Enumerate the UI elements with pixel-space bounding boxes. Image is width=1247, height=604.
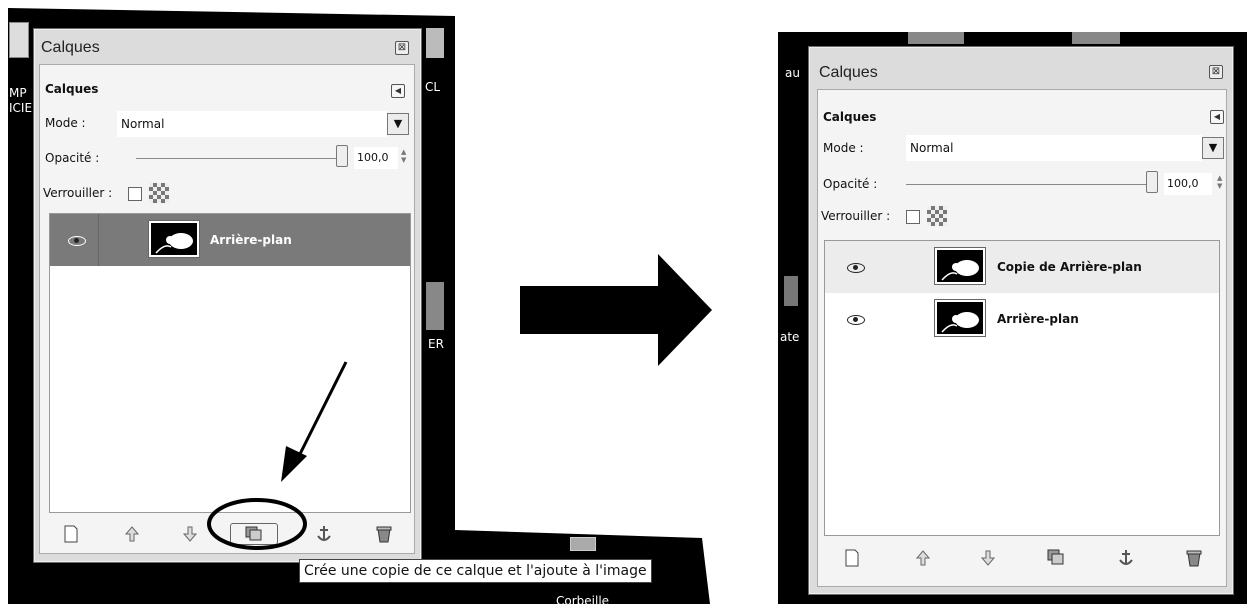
- opacity-label: Opacité :: [823, 177, 878, 191]
- desktop-icon[interactable]: [908, 32, 964, 44]
- desktop-icon[interactable]: [1072, 32, 1120, 44]
- duplicate-layer-icon[interactable]: [1046, 548, 1066, 568]
- opacity-value[interactable]: 100,0: [1164, 173, 1212, 195]
- anchor-layer-icon[interactable]: [1116, 548, 1136, 568]
- layers-panel: Calques ◀ Mode : Normal ▼ Opacité : 100,…: [817, 89, 1227, 587]
- arrow-right-icon: [520, 254, 712, 366]
- layer-row[interactable]: Copie de Arrière-plan: [825, 241, 1219, 293]
- collapse-icon[interactable]: ◀: [1210, 110, 1224, 124]
- window-title: Calques: [819, 64, 878, 81]
- eye-icon[interactable]: [847, 263, 865, 273]
- layer-thumbnail: [934, 247, 986, 285]
- mode-label: Mode :: [823, 141, 864, 155]
- desktop-icon-label[interactable]: au: [785, 66, 800, 80]
- delete-layer-icon[interactable]: [1184, 548, 1204, 568]
- layer-name[interactable]: Copie de Arrière-plan: [997, 260, 1142, 274]
- chevron-down-icon[interactable]: ▼: [1202, 137, 1224, 159]
- desktop-icon[interactable]: [784, 276, 798, 306]
- lock-label: Verrouiller :: [821, 209, 891, 223]
- lower-layer-icon[interactable]: [978, 548, 998, 568]
- mode-value: Normal: [910, 141, 954, 155]
- layer-row[interactable]: Arrière-plan: [825, 295, 1219, 347]
- lock-alpha-icon[interactable]: [927, 206, 947, 226]
- raise-layer-icon[interactable]: [913, 548, 933, 568]
- close-icon[interactable]: ⊠: [1209, 65, 1223, 79]
- section-title: Calques: [823, 110, 877, 124]
- layers-dialog-after: Calques ⊠ Calques ◀ Mode : Normal ▼ Opac…: [808, 46, 1234, 595]
- layers-list: Copie de Arrière-plan Arrière-plan: [824, 240, 1220, 536]
- opacity-slider-track[interactable]: [906, 184, 1146, 185]
- desktop-icon-label[interactable]: ate: [780, 330, 799, 344]
- spin-arrows-icon[interactable]: ▲ ▼: [1217, 174, 1222, 190]
- layer-thumbnail: [934, 299, 986, 337]
- mode-dropdown[interactable]: Normal: [906, 135, 1202, 161]
- layer-name[interactable]: Arrière-plan: [997, 312, 1079, 326]
- eye-icon[interactable]: [847, 315, 865, 325]
- lock-pixels-checkbox[interactable]: [906, 210, 920, 224]
- opacity-slider-handle[interactable]: [1146, 171, 1158, 193]
- new-layer-icon[interactable]: [842, 548, 862, 568]
